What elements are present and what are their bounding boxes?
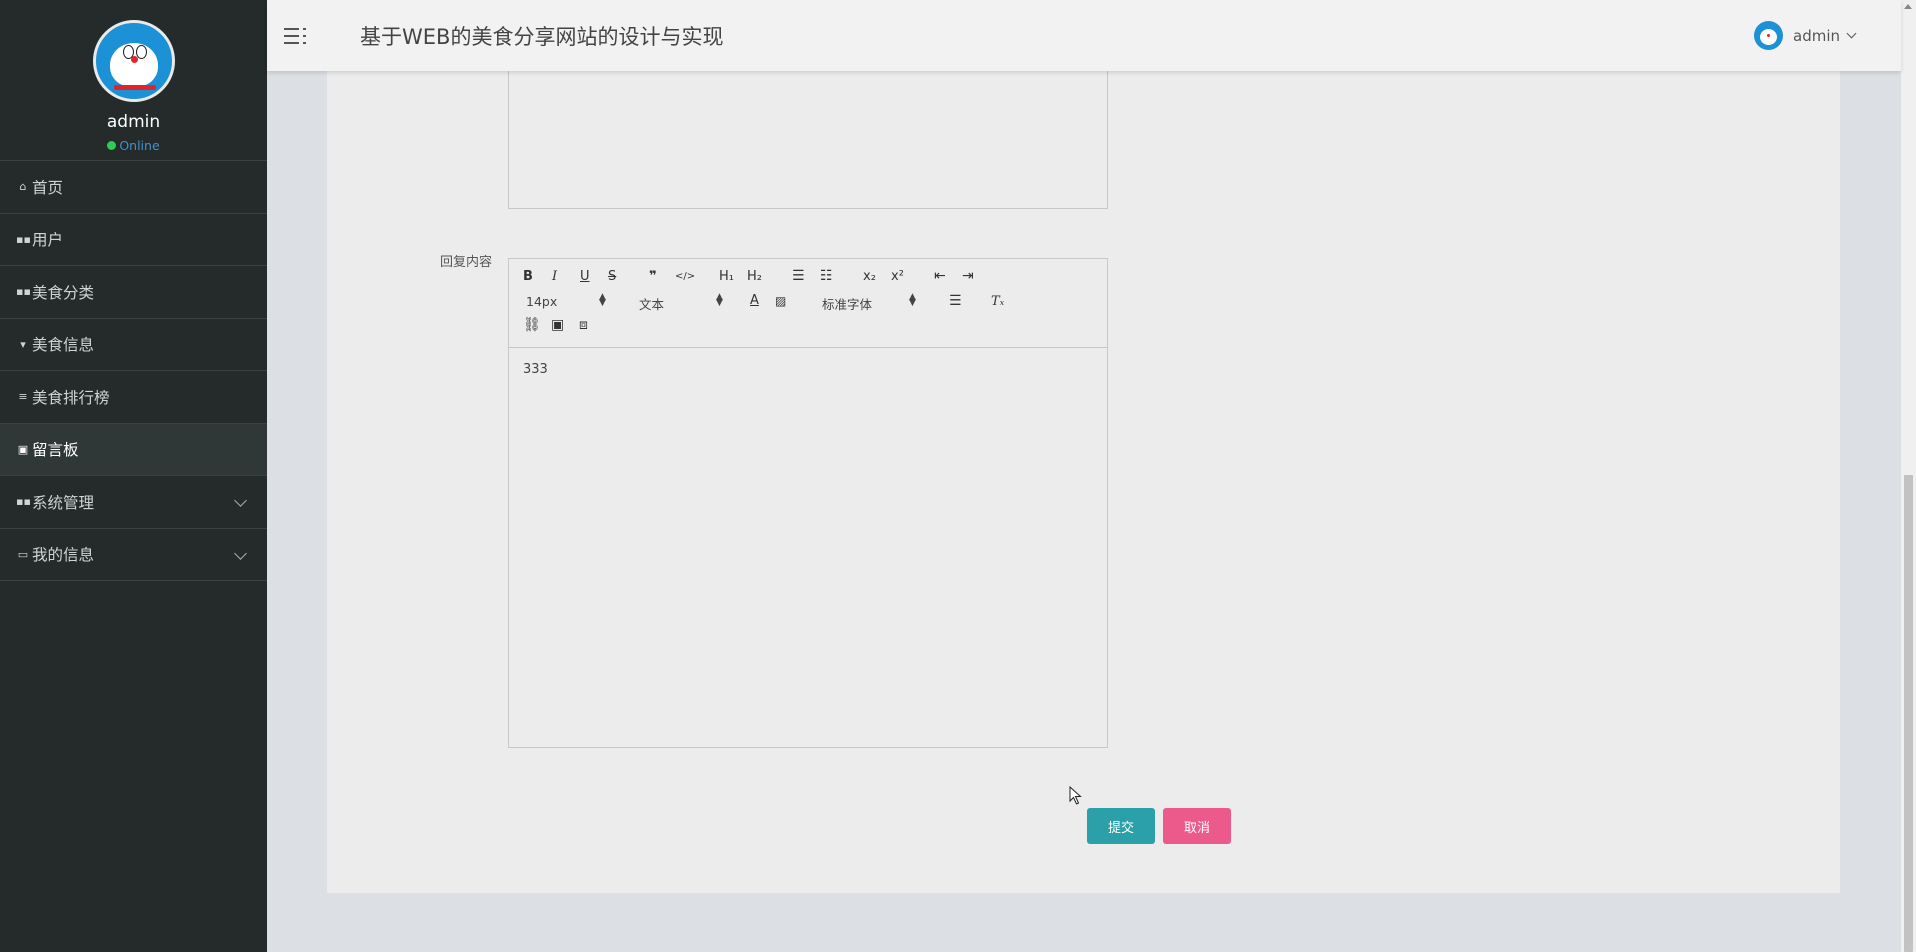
profile-panel: admin Online (0, 0, 267, 160)
chevron-down-icon (234, 494, 247, 507)
cancel-button[interactable]: 取消 (1163, 808, 1231, 844)
bullet-list-icon[interactable]: ☷ (820, 268, 833, 284)
sidebar-item-my-info[interactable]: ▭ 我的信息 (0, 529, 267, 581)
heading2-button[interactable]: H₂ (747, 269, 762, 285)
code-block-button[interactable]: </> (675, 269, 695, 285)
page-scrollbar[interactable] (1901, 0, 1916, 952)
reply-content-editor[interactable]: 333 (509, 348, 1107, 748)
ordered-list-icon[interactable]: ☰ (792, 268, 805, 284)
menu-toggle-icon[interactable] (284, 25, 310, 47)
online-dot-icon (107, 141, 117, 150)
profile-name: admin (106, 112, 161, 132)
clear-format-button[interactable]: Tₓ (991, 294, 1004, 310)
sidebar-item-system-management[interactable]: ▪▪ 系统管理 (0, 476, 267, 529)
italic-button[interactable]: I (552, 269, 557, 285)
grid-icon: ▪▪ (16, 232, 31, 246)
clipboard-icon: ▣ (17, 442, 29, 456)
sidebar-item-food-category[interactable]: ▪▪ 美食分类 (0, 266, 267, 319)
strikethrough-button[interactable]: S (608, 269, 616, 285)
sidebar-item-food-ranking[interactable]: ≡ 美食排行榜 (0, 371, 267, 424)
main-content: 回复内容 B I U S ❞ </> H₁ H₂ ☰ ☷ x₂ x² ⇤ ⇥ 1… (267, 71, 1901, 952)
font-size-select[interactable]: 14px ▲ ▼ (526, 293, 606, 310)
top-header: 基于WEB的美食分享网站的设计与实现 admin (267, 0, 1901, 71)
form-card: 回复内容 B I U S ❞ </> H₁ H₂ ☰ ☷ x₂ x² ⇤ ⇥ 1… (327, 71, 1840, 893)
card-icon: ▭ (17, 547, 29, 561)
paragraph-format-select[interactable]: 文本 ▲ ▼ (639, 293, 723, 313)
scroll-thumb[interactable] (1904, 475, 1913, 952)
bold-button[interactable]: B (523, 269, 533, 285)
user-name: admin (1793, 26, 1840, 45)
sidebar-item-food-info[interactable]: ▾ 美食信息 (0, 319, 267, 371)
grid-icon: ▪▪ (16, 285, 31, 299)
image-icon[interactable]: ▣ (551, 317, 564, 333)
submit-button[interactable]: 提交 (1087, 808, 1155, 844)
sidebar-item-users[interactable]: ▪▪ 用户 (0, 214, 267, 266)
mouse-cursor-icon (1069, 786, 1082, 805)
blockquote-button[interactable]: ❞ (649, 269, 657, 285)
sidebar-item-message-board[interactable]: ▣ 留言板 (0, 423, 267, 476)
reply-content-label: 回复内容 (440, 255, 493, 270)
scroll-up-icon[interactable] (1904, 4, 1912, 9)
previous-content-box (508, 71, 1108, 209)
user-menu[interactable]: admin (1754, 21, 1857, 50)
sidebar-item-home[interactable]: ⌂ 首页 (0, 161, 267, 214)
sidebar: admin Online ⌂ 首页 ▪▪ 用户 ▪▪ 美食分类 ▾ 美食信息 ≡ 美食排行… (0, 0, 267, 952)
pin-icon: ▾ (20, 337, 26, 351)
align-icon[interactable]: ☰ (949, 293, 962, 309)
font-color-icon[interactable]: A (750, 293, 759, 309)
rich-text-editor: B I U S ❞ </> H₁ H₂ ☰ ☷ x₂ x² ⇤ ⇥ 14px ▲ ▼… (508, 258, 1108, 748)
video-icon[interactable]: ⧈ (579, 317, 588, 333)
grid-icon: ▪▪ (16, 495, 31, 509)
font-family-select[interactable]: 标准字体 ▲ ▼ (822, 293, 916, 313)
subscript-button[interactable]: x₂ (863, 269, 876, 285)
outdent-icon[interactable]: ⇤ (934, 268, 946, 284)
heading1-button[interactable]: H₁ (719, 269, 734, 285)
indent-icon[interactable]: ⇥ (962, 268, 974, 284)
editor-toolbar: B I U S ❞ </> H₁ H₂ ☰ ☷ x₂ x² ⇤ ⇥ 14px ▲ ▼… (509, 259, 1107, 348)
home-icon: ⌂ (19, 180, 27, 194)
background-color-icon[interactable]: ▨ (775, 293, 786, 309)
list-icon: ≡ (18, 390, 28, 404)
superscript-button[interactable]: x² (891, 269, 904, 285)
online-status: Online (0, 138, 267, 153)
chevron-down-icon (234, 546, 247, 560)
avatar (92, 20, 175, 102)
chevron-down-icon (1846, 28, 1857, 39)
link-icon[interactable]: ⛓ (523, 317, 541, 333)
sidebar-nav: ⌂ 首页 ▪▪ 用户 ▪▪ 美食分类 ▾ 美食信息 ≡ 美食排行榜 ▣ 留言板 ▪▪ 系统管理… (0, 160, 267, 581)
user-avatar (1754, 21, 1783, 50)
page-title: 基于WEB的美食分享网站的设计与实现 (360, 24, 724, 49)
underline-button[interactable]: U (580, 269, 590, 285)
